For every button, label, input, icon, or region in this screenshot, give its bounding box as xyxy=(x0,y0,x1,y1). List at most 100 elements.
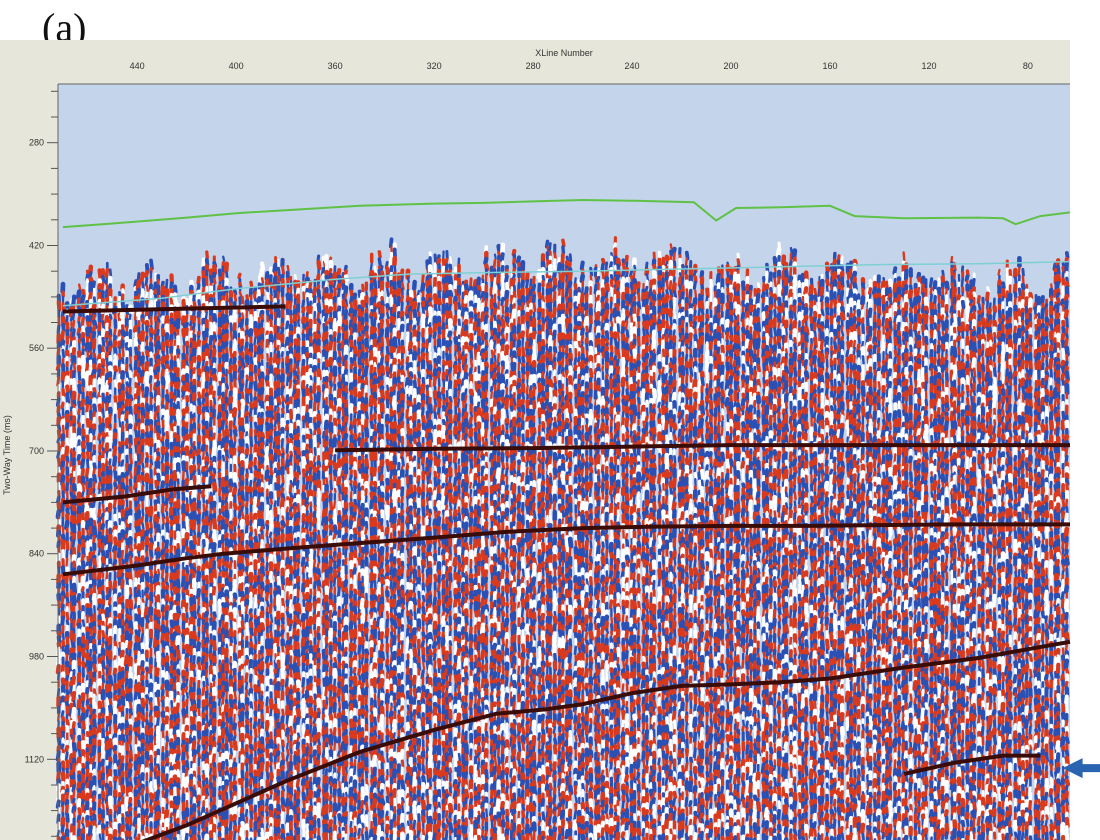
seismic-wiggle xyxy=(233,636,237,645)
seismic-wiggle xyxy=(204,337,208,344)
seismic-wiggle xyxy=(212,695,216,703)
seismic-wiggle xyxy=(145,719,150,727)
seismic-wiggle xyxy=(217,742,222,753)
seismic-wiggle xyxy=(181,470,185,482)
seismic-wiggle xyxy=(65,718,70,727)
seismic-wiggle xyxy=(120,459,125,468)
seismic-wiggle xyxy=(101,629,106,640)
seismic-wiggle xyxy=(175,809,180,820)
seismic-wiggle xyxy=(238,610,243,618)
seismic-wiggle xyxy=(256,335,262,346)
seismic-wiggle xyxy=(274,557,278,566)
seismic-wiggle xyxy=(133,602,138,610)
seismic-wiggle xyxy=(181,460,187,473)
seismic-wiggle xyxy=(97,531,102,542)
seismic-wiggle xyxy=(154,697,159,708)
seismic-wiggle xyxy=(125,802,130,814)
seismic-wiggle xyxy=(98,476,102,483)
seismic-wiggle xyxy=(108,698,113,706)
seismic-wiggle xyxy=(71,482,77,493)
seismic-wiggle xyxy=(223,333,229,344)
seismic-wiggle xyxy=(121,831,126,840)
seismic-wiggle xyxy=(185,395,190,403)
seismic-wiggle xyxy=(169,800,175,811)
seismic-wiggle xyxy=(218,706,222,717)
seismic-wiggle xyxy=(264,591,269,602)
seismic-wiggle xyxy=(208,416,213,428)
seismic-wiggle xyxy=(189,654,193,664)
seismic-wiggle xyxy=(181,390,186,399)
seismic-wiggle xyxy=(144,628,149,637)
seismic-wiggle xyxy=(72,779,77,786)
seismic-wiggle xyxy=(133,453,139,464)
seismic-wiggle xyxy=(85,442,90,452)
seismic-wiggle xyxy=(197,299,201,308)
seismic-wiggle xyxy=(161,535,166,544)
seismic-wiggle xyxy=(84,639,90,651)
seismic-wiggle xyxy=(69,745,74,756)
seismic-wiggle xyxy=(237,495,243,506)
seismic-wiggle xyxy=(117,504,123,514)
seismic-wiggle xyxy=(258,267,265,279)
seismic-wiggle xyxy=(244,513,250,527)
seismic-wiggle xyxy=(213,577,217,587)
seismic-wiggle xyxy=(87,825,94,838)
seismic-wiggle xyxy=(224,785,229,793)
seismic-wiggle xyxy=(220,769,225,777)
seismic-wiggle xyxy=(61,348,66,359)
seismic-wiggle xyxy=(191,663,197,671)
seismic-wiggle xyxy=(284,678,290,689)
seismic-wiggle xyxy=(193,669,197,678)
seismic-wiggle xyxy=(224,750,230,762)
seismic-wiggle xyxy=(182,322,186,330)
seismic-wiggle xyxy=(232,740,238,752)
seismic-wiggle xyxy=(71,742,78,754)
seismic-wiggle xyxy=(141,721,145,729)
seismic-wiggle xyxy=(220,819,225,828)
seismic-wiggle xyxy=(249,701,254,711)
seismic-wiggle xyxy=(124,410,129,422)
seismic-wiggle xyxy=(164,610,169,621)
seismic-wiggle xyxy=(221,271,225,282)
seismic-wiggle xyxy=(91,755,96,763)
seismic-wiggle xyxy=(107,761,112,770)
seismic-wiggle xyxy=(89,326,94,334)
seismic-wiggle xyxy=(160,569,165,580)
seismic-wiggle xyxy=(185,618,189,625)
seismic-wiggle xyxy=(176,420,181,427)
seismic-wiggle xyxy=(88,697,94,706)
seismic-wiggle xyxy=(259,441,265,452)
seismic-wiggle xyxy=(64,799,70,807)
seismic-wiggle xyxy=(212,640,217,652)
seismic-wiggle xyxy=(175,412,182,422)
seismic-wiggle xyxy=(217,776,222,787)
seismic-wiggle xyxy=(175,694,181,705)
seismic-wiggle xyxy=(164,817,170,830)
seismic-wiggle xyxy=(257,375,262,383)
seismic-wiggle xyxy=(133,776,140,787)
seismic-wiggle xyxy=(276,636,280,648)
seismic-wiggle xyxy=(191,740,197,752)
seismic-wiggle xyxy=(203,610,210,619)
seismic-wiggle xyxy=(248,375,254,385)
seismic-wiggle xyxy=(161,790,166,800)
seismic-wiggle xyxy=(81,598,86,608)
seismic-wiggle xyxy=(276,514,280,524)
seismic-wiggle xyxy=(279,629,285,637)
seismic-wiggle xyxy=(269,665,274,676)
seismic-wiggle xyxy=(293,344,297,351)
seismic-wiggle xyxy=(105,586,110,597)
seismic-wiggle xyxy=(184,767,189,778)
seismic-wiggle xyxy=(191,470,196,478)
seismic-wiggle xyxy=(160,683,165,691)
seismic-wiggle xyxy=(248,777,253,787)
seismic-wiggle xyxy=(275,387,281,399)
seismic-wiggle xyxy=(253,700,258,712)
seismic-wiggle xyxy=(280,417,286,430)
seismic-wiggle xyxy=(112,465,117,473)
seismic-wiggle xyxy=(286,632,290,642)
seismic-wiggle xyxy=(196,361,201,370)
seismic-wiggle xyxy=(85,659,90,667)
seismic-wiggle xyxy=(65,437,70,447)
seismic-wiggle xyxy=(197,834,202,840)
